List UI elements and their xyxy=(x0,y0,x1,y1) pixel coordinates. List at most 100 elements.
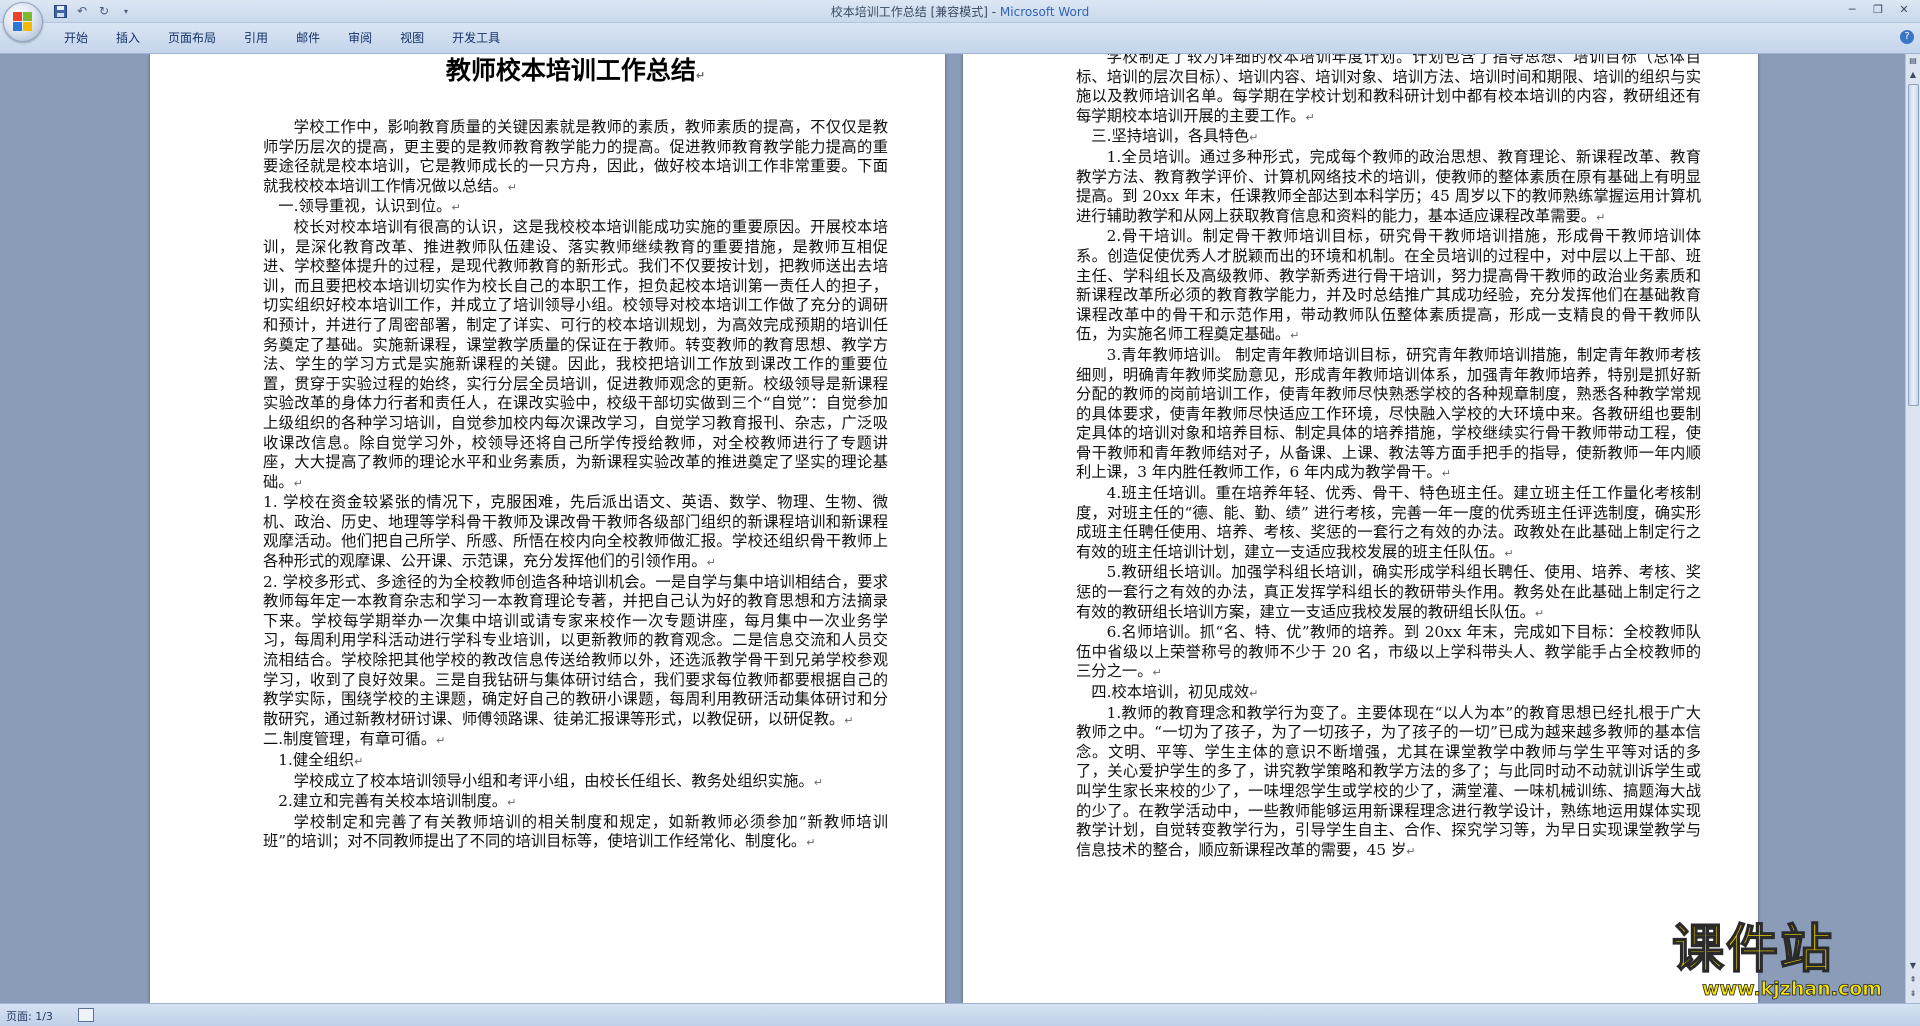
paragraph-mark-icon: ↵ xyxy=(293,476,303,490)
document-page-2: 学校制定了较为详细的校本培训年度计划。计划包含了指导思想、培训目标（总体目标、培… xyxy=(963,54,1758,1003)
paragraph-text: 四.校本培训，初见成效 xyxy=(1091,683,1250,701)
paragraph-text: 三.坚持培训，各具特色 xyxy=(1091,127,1250,146)
paragraph: 2. 学校多形式、多途径的为全校教师创造各种培训机会。一是自学与集中培训相结合，… xyxy=(263,573,888,731)
tab-insert[interactable]: 插入 xyxy=(102,29,154,47)
office-button[interactable] xyxy=(3,2,43,42)
paragraph-text: 1.健全组织 xyxy=(278,751,355,769)
paragraph: 三.坚持培训，各具特色↵ xyxy=(1076,127,1701,148)
ruler-toggle-icon[interactable]: ▤ xyxy=(1906,54,1920,68)
watermark-url: www.kjzhan.com xyxy=(1702,978,1883,1001)
paragraph-mark-icon: ↵ xyxy=(1534,606,1545,620)
minimize-icon[interactable]: ─ xyxy=(1840,0,1864,18)
paragraph-text: 学校制定和完善了有关教师培训的相关制度和规定，如新教师必须参加“新教师培训班”的… xyxy=(263,812,888,851)
paragraph-mark-icon: ↵ xyxy=(813,775,823,789)
paragraph: 6.名师培训。抓“名、特、优”教师的培养。到 20xx 年末，完成如下目标：全校… xyxy=(1076,623,1701,683)
scrollbar-thumb[interactable] xyxy=(1908,84,1919,406)
previous-page-icon[interactable]: ⇞ xyxy=(1906,973,1920,987)
window-controls: ─ ❐ ✕ xyxy=(1840,0,1916,18)
window-title: 校本培训工作总结 [兼容模式] - Microsoft Word xyxy=(0,3,1920,20)
paragraph-text: 6.名师培训。抓“名、特、优”教师的培养。到 20xx 年末，完成如下目标：全校… xyxy=(1076,623,1701,681)
window-title-app: Microsoft Word xyxy=(999,5,1090,19)
page-2-body[interactable]: 学校制定了较为详细的校本培训年度计划。计划包含了指导思想、培训目标（总体目标、培… xyxy=(1076,54,1701,861)
vertical-scrollbar[interactable]: ▤ ▲ ▼ ⇞ ⇟ xyxy=(1905,54,1920,1003)
paragraph: 学校工作中，影响教育质量的关键因素就是教师的素质，教师素质的提高，不仅仅是教师学… xyxy=(263,118,888,197)
paragraph-text: 2. 学校多形式、多途径的为全校教师创造各种培训机会。一是自学与集中培训相结合，… xyxy=(263,572,888,728)
paragraph-text: 一.领导重视，认识到位。 xyxy=(278,197,452,216)
paragraph: 2.建立和完善有关校本培训制度。↵ xyxy=(263,792,888,813)
next-page-icon[interactable]: ⇟ xyxy=(1906,987,1920,1001)
paragraph-text: 学校成立了校本培训领导小组和考评小组，由校长任组长、教务处组织实施。 xyxy=(293,771,814,790)
paragraph-text: 二.制度管理，有章可循。 xyxy=(263,730,437,749)
paragraph-mark-icon: ↵ xyxy=(1596,210,1606,224)
maximize-icon[interactable]: ❐ xyxy=(1866,0,1890,18)
paragraph: 4.班主任培训。重在培养年轻、优秀、骨干、特色班主任。建立班主任工作量化考核制度… xyxy=(1076,484,1701,563)
status-page-count[interactable]: 页面: 1/3 xyxy=(6,1008,53,1024)
paragraph-text: 1. 学校在资金较紧张的情况下，克服困难，先后派出语文、英语、数学、物理、生物、… xyxy=(263,493,888,571)
title-bar: ↶ ↻ ▾ 校本培训工作总结 [兼容模式] - Microsoft Word ─… xyxy=(0,0,1920,23)
paragraph: 学校制定了较为详细的校本培训年度计划。计划包含了指导思想、培训目标（总体目标、培… xyxy=(1076,54,1701,127)
paragraph-mark-icon: ↵ xyxy=(1290,329,1300,343)
help-icon[interactable]: ? xyxy=(1900,30,1914,44)
paragraph-text: 1.全员培训。通过多种形式，完成每个教师的政治思想、教育理论、新课程改革、教育教… xyxy=(1076,147,1701,225)
ribbon-tab-bar: 开始 插入 页面布局 引用 邮件 审阅 视图 开发工具 ? xyxy=(0,23,1920,54)
proofing-icon[interactable] xyxy=(78,1008,94,1022)
paragraph-mark-icon: ↵ xyxy=(844,713,854,727)
paragraph-mark-icon: ↵ xyxy=(1441,467,1451,481)
paragraph: 3.青年教师培训。 制定青年教师培训目标，研究青年教师培训措施，制定青年教师考核… xyxy=(1076,346,1701,484)
paragraph: 四.校本培训，初见成效↵ xyxy=(1076,683,1701,704)
paragraph-mark-icon: ↵ xyxy=(1249,687,1259,700)
paragraph: 1.全员培训。通过多种形式，完成每个教师的政治思想、教育理论、新课程改革、教育教… xyxy=(1076,148,1701,227)
paragraph: 1.教师的教育理念和教学行为变了。主要体现在“以人为本”的教育思想已经扎根于广大… xyxy=(1076,704,1701,862)
paragraph-mark-icon: ↵ xyxy=(1504,546,1514,560)
paragraph-text: 3.青年教师培训。 制定青年教师培训目标，研究青年教师培训措施，制定青年教师考核… xyxy=(1076,345,1701,482)
paragraph: 2.骨干培训。制定骨干教师培训目标，研究骨干教师培训措施，形成骨干教师培训体系。… xyxy=(1076,227,1701,346)
paragraph: 学校制定和完善了有关教师培训的相关制度和规定，如新教师必须参加“新教师培训班”的… xyxy=(263,813,888,853)
tab-mailings[interactable]: 邮件 xyxy=(282,29,334,47)
office-logo-icon xyxy=(13,12,33,32)
watermark-brand: 课件站 xyxy=(1671,919,1835,981)
paragraph-mark-icon: ↵ xyxy=(1249,131,1259,145)
paragraph-mark-icon: ↵ xyxy=(354,755,364,768)
paragraph-mark-icon: ↵ xyxy=(436,734,446,748)
tab-home[interactable]: 开始 xyxy=(50,29,102,47)
document-area: 教师校本培训工作总结↵ 学校工作中，影响教育质量的关键因素就是教师的素质，教师素… xyxy=(0,54,1906,1003)
watermark-logo: 课件站 www.kjzhan.com xyxy=(1671,919,1906,1001)
paragraph-text: 学校制定了较为详细的校本培训年度计划。计划包含了指导思想、培训目标（总体目标、培… xyxy=(1076,54,1701,125)
tab-review[interactable]: 审阅 xyxy=(334,29,386,47)
tab-references[interactable]: 引用 xyxy=(230,29,282,47)
close-icon[interactable]: ✕ xyxy=(1892,0,1916,18)
paragraph: 二.制度管理，有章可循。↵ xyxy=(263,730,888,751)
scroll-up-icon[interactable]: ▲ xyxy=(1906,68,1920,82)
paragraph: 1. 学校在资金较紧张的情况下，克服困难，先后派出语文、英语、数学、物理、生物、… xyxy=(263,493,888,572)
paragraph-mark-icon: ↵ xyxy=(507,796,517,810)
paragraph-text: 校长对校本培训有很高的认识，这是我校校本培训能成功实施的重要原因。开展校本培训，… xyxy=(263,217,888,491)
window-title-doc: 校本培训工作总结 [兼容模式] - xyxy=(830,5,1000,19)
paragraph-text: 2.建立和完善有关校本培训制度。 xyxy=(278,792,508,811)
document-title: 教师校本培训工作总结↵ xyxy=(445,56,706,85)
ribbon-tabs: 开始 插入 页面布局 引用 邮件 审阅 视图 开发工具 xyxy=(50,29,514,47)
paragraph-mark-icon: ↵ xyxy=(695,69,706,82)
paragraph: 学校成立了校本培训领导小组和考评小组，由校长任组长、教务处组织实施。↵ xyxy=(263,772,888,793)
tab-page-layout[interactable]: 页面布局 xyxy=(154,29,230,47)
paragraph: 校长对校本培训有很高的认识，这是我校校本培训能成功实施的重要原因。开展校本培训，… xyxy=(263,218,888,493)
paragraph-mark-icon: ↵ xyxy=(706,556,716,570)
paragraph-mark-icon: ↵ xyxy=(507,180,517,194)
tab-developer[interactable]: 开发工具 xyxy=(438,29,514,47)
page-1-body[interactable]: 学校工作中，影响教育质量的关键因素就是教师的素质，教师素质的提高，不仅仅是教师学… xyxy=(263,118,888,853)
paragraph-mark-icon: ↵ xyxy=(1406,844,1416,858)
paragraph-mark-icon: ↵ xyxy=(806,836,816,850)
paragraph: 5.教研组长培训。加强学科组长培训，确实形成学科组长聘任、使用、培养、考核、奖惩… xyxy=(1076,563,1701,623)
paragraph: 一.领导重视，认识到位。↵ xyxy=(263,197,888,218)
tab-view[interactable]: 视图 xyxy=(386,29,438,47)
paragraph: 1.健全组织↵ xyxy=(263,751,888,772)
paragraph-text: 2.骨干培训。制定骨干教师培训目标，研究骨干教师培训措施，形成骨干教师培训体系。… xyxy=(1076,227,1701,344)
status-bar: 页面: 1/3 xyxy=(0,1003,1920,1026)
paragraph-text: 1.教师的教育理念和教学行为变了。主要体现在“以人为本”的教育思想已经扎根于广大… xyxy=(1076,703,1701,859)
paragraph-mark-icon: ↵ xyxy=(1152,666,1162,680)
paragraph-mark-icon: ↵ xyxy=(1305,110,1315,124)
paragraph-mark-icon: ↵ xyxy=(451,201,461,215)
paragraph-text: 学校工作中，影响教育质量的关键因素就是教师的素质，教师素质的提高，不仅仅是教师学… xyxy=(263,118,888,195)
scroll-down-icon[interactable]: ▼ xyxy=(1906,959,1920,973)
paragraph-text: 5.教研组长培训。加强学科组长培训，确实形成学科组长聘任、使用、培养、考核、奖惩… xyxy=(1076,563,1701,621)
document-page-1: 教师校本培训工作总结↵ 学校工作中，影响教育质量的关键因素就是教师的素质，教师素… xyxy=(150,54,945,1003)
